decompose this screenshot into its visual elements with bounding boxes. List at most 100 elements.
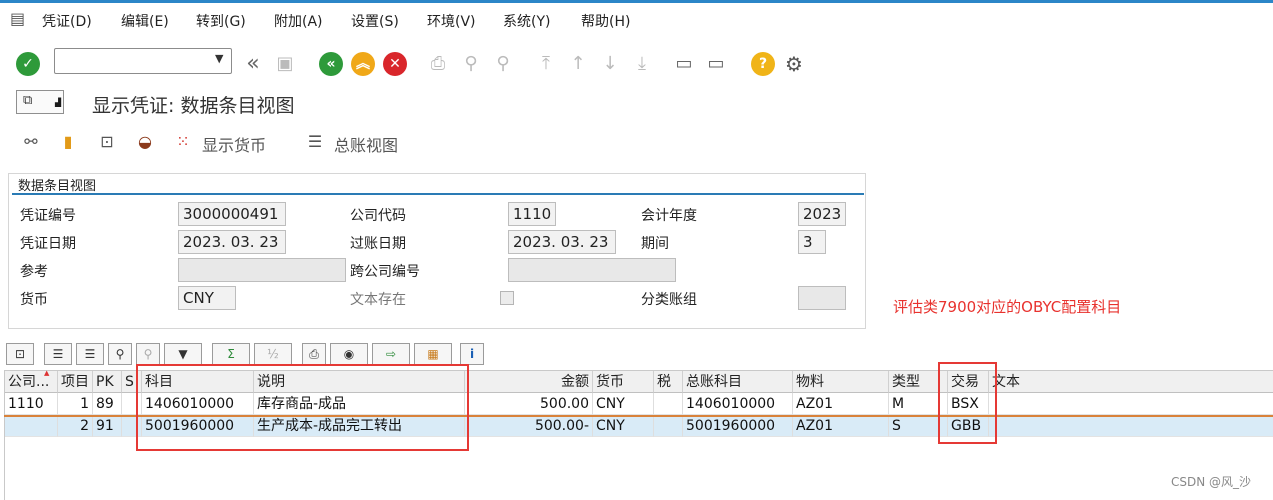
highlight-account-box (136, 364, 469, 451)
col-text[interactable]: 文本 (989, 371, 1273, 393)
col-amount[interactable]: 金额 (465, 371, 593, 393)
save-icon[interactable]: ▣ (274, 52, 296, 76)
change-display-icon[interactable]: ▮ (57, 131, 79, 153)
info-icon[interactable]: i (460, 343, 484, 365)
menu-system[interactable]: 系统(Y) (503, 11, 550, 31)
table-row-cell[interactable]: 1110 (5, 393, 58, 415)
menu-environment[interactable]: 环境(V) (427, 11, 476, 31)
find-next-icon[interactable]: ⚲ (492, 52, 514, 76)
period-field[interactable]: 3 (798, 230, 826, 254)
doc-number-field[interactable]: 3000000491 (178, 202, 286, 226)
find-icon[interactable]: ⚲ (460, 52, 482, 76)
watermark: CSDN @风_沙 (1170, 475, 1251, 489)
col-item[interactable]: 项目 (58, 371, 93, 393)
hat-icon[interactable]: ◒ (134, 131, 156, 153)
table-row-cell[interactable]: 2 (58, 415, 93, 437)
ledger-group-field[interactable] (798, 286, 846, 310)
first-page-icon[interactable]: ⤒ (535, 52, 557, 76)
table-row-cell[interactable]: 500.00 (465, 393, 593, 415)
cancel-icon[interactable]: ✕ (383, 52, 407, 76)
export-icon[interactable]: ⇨ (372, 343, 410, 365)
command-dropdown-icon[interactable]: ▼ (215, 52, 223, 65)
find-icon[interactable]: ⚲ (108, 343, 132, 365)
help-icon[interactable]: ? (751, 52, 775, 76)
table-row-cell[interactable]: 89 (93, 393, 122, 415)
page-title: 显示凭证: 数据条目视图 (92, 95, 295, 117)
highlight-transaction-box (938, 362, 997, 444)
menu-extras[interactable]: 附加(A) (274, 11, 323, 31)
currency-field[interactable]: CNY (178, 286, 236, 310)
text-exists-checkbox[interactable] (500, 291, 514, 305)
grid-details-icon[interactable]: ⊡ (6, 343, 34, 365)
fiscal-year-field[interactable]: 2023 (798, 202, 846, 226)
col-currency[interactable]: 货币 (593, 371, 654, 393)
table-row-cell[interactable]: CNY (593, 393, 654, 415)
next-page-icon[interactable]: ↓ (599, 52, 621, 76)
reference-field[interactable] (178, 258, 346, 282)
screen-menu-button[interactable]: ⧉ ▟ (16, 90, 64, 114)
enter-check-icon[interactable]: ✓ (16, 52, 40, 76)
command-field[interactable] (54, 48, 232, 74)
document-search-icon[interactable]: ⊡ (96, 131, 118, 153)
ledger-icon[interactable]: ☰ (304, 131, 326, 153)
back-double-arrow-icon[interactable]: « (242, 52, 264, 76)
view-icon[interactable]: ◉ (330, 343, 368, 365)
table-row-cell[interactable]: AZ01 (793, 393, 889, 415)
back-icon[interactable]: « (319, 52, 343, 76)
sum-icon[interactable]: Σ (212, 343, 250, 365)
col-company[interactable]: 公司... (5, 371, 58, 393)
menu-bar: ▤ 凭证(D) 编辑(E) 转到(G) 附加(A) 设置(S) 环境(V) 系统… (0, 0, 1273, 38)
currency-icon[interactable]: ⁙ (172, 131, 194, 153)
col-tax[interactable]: 税 (654, 371, 683, 393)
find-next-icon[interactable]: ⚲ (136, 343, 160, 365)
subtotal-icon[interactable]: ½ (254, 343, 292, 365)
table-row-cell[interactable]: 5001960000 (683, 415, 793, 437)
menu-help[interactable]: 帮助(H) (581, 11, 630, 31)
company-code-field[interactable]: 1110 (508, 202, 556, 226)
sort-descending-icon[interactable]: ☰ (76, 343, 104, 365)
frame-title: 数据条目视图 (18, 179, 97, 194)
shortcut-icon[interactable]: ▭ (705, 52, 727, 76)
table-row-cell[interactable] (654, 393, 683, 415)
doc-date-field[interactable]: 2023. 03. 23 (178, 230, 286, 254)
menu-goto[interactable]: 转到(G) (196, 11, 246, 31)
table-row-cell[interactable] (989, 393, 1273, 415)
print-icon[interactable]: ⎙ (427, 52, 449, 76)
table-row-cell[interactable]: 1 (58, 393, 93, 415)
table-row-cell[interactable]: 91 (93, 415, 122, 437)
last-page-icon[interactable]: ⤓ (631, 52, 653, 76)
sort-ascending-icon[interactable]: ☰ (44, 343, 72, 365)
print-icon[interactable]: ⎙ (302, 343, 326, 365)
period-label: 期间 (641, 236, 669, 252)
table-row-cell[interactable]: 500.00- (465, 415, 593, 437)
table-row-cell[interactable]: AZ01 (793, 415, 889, 437)
menu-icon[interactable]: ▤ (10, 9, 25, 28)
doc-date-label: 凭证日期 (20, 236, 76, 252)
table-row-cell[interactable] (5, 415, 58, 437)
col-material[interactable]: 物料 (793, 371, 889, 393)
menu-settings[interactable]: 设置(S) (351, 11, 399, 31)
previous-page-icon[interactable]: ↑ (567, 52, 589, 76)
new-session-icon[interactable]: ▭ (673, 52, 695, 76)
exit-icon[interactable]: ︽ (351, 52, 375, 76)
frame-divider (12, 193, 864, 195)
table-row-cell[interactable] (989, 415, 1273, 437)
table-row-cell[interactable]: CNY (593, 415, 654, 437)
display-currency-button[interactable]: 显示货币 (202, 132, 266, 156)
table-row-cell[interactable] (654, 415, 683, 437)
glasses-icon[interactable]: ⚯ (20, 131, 42, 153)
menu-edit[interactable]: 编辑(E) (121, 11, 169, 31)
reference-label: 参考 (20, 264, 48, 280)
posting-date-field[interactable]: 2023. 03. 23 (508, 230, 616, 254)
currency-label: 货币 (20, 292, 48, 308)
gear-icon[interactable]: ⚙ (783, 52, 805, 76)
cross-company-field[interactable] (508, 258, 676, 282)
col-pk[interactable]: PK (93, 371, 122, 393)
menu-document[interactable]: 凭证(D) (42, 11, 92, 31)
cross-company-label: 跨公司编号 (350, 264, 420, 280)
gl-view-button[interactable]: 总账视图 (334, 132, 398, 156)
layout-icon[interactable]: ▦ (414, 343, 452, 365)
filter-icon[interactable]: ▼ (164, 343, 202, 365)
col-gl-account[interactable]: 总账科目 (683, 371, 793, 393)
table-row-cell[interactable]: 1406010000 (683, 393, 793, 415)
